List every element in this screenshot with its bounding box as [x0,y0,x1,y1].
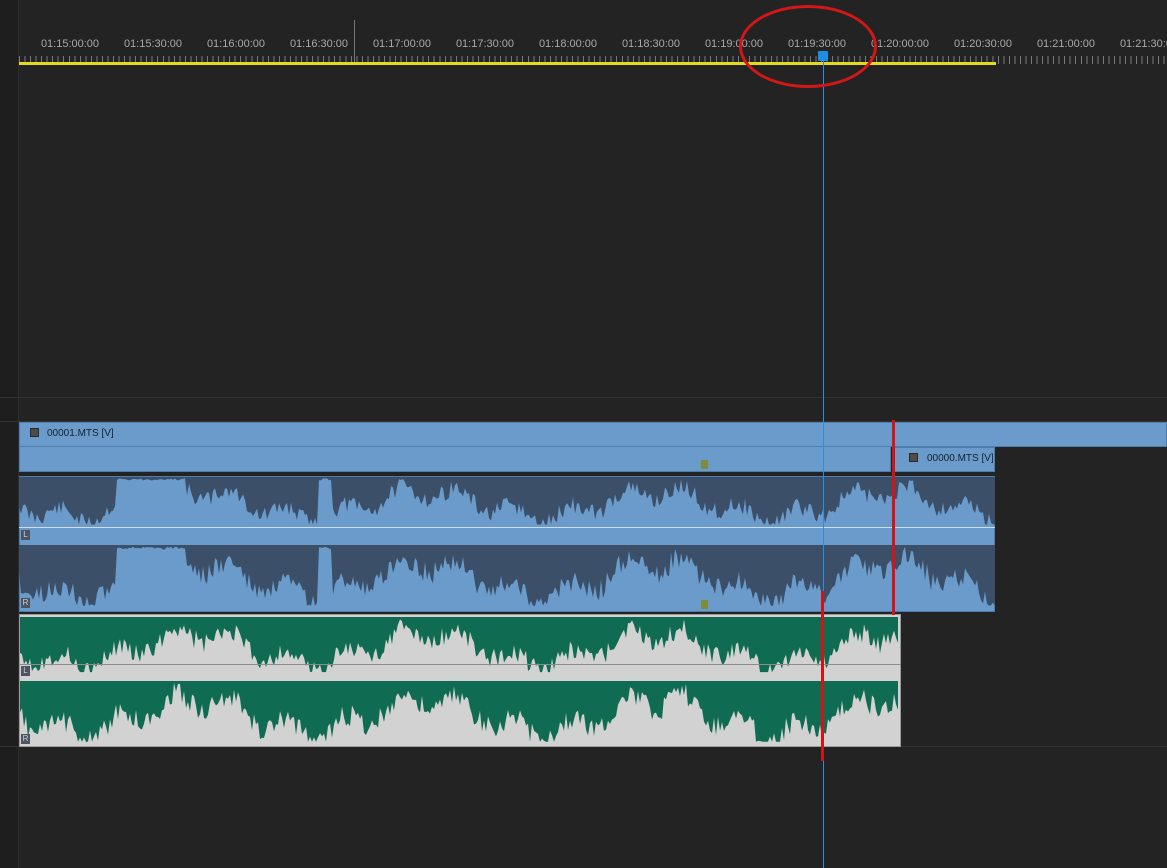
clip-name: 00000.MTS [V] [927,453,994,464]
annotation-red-bar [892,420,895,615]
time-ruler[interactable]: 01:15:00:00 01:15:30:00 01:16:00:00 01:16:3… [19,0,1167,70]
channel-separator [19,664,901,665]
fx-icon [909,453,918,462]
timecode-label: 01:21:00:00 [1036,38,1096,50]
channel-label-left: L [21,530,30,540]
audio-waveform-left [20,617,898,673]
channel-label-right: R [21,734,30,744]
channel-label-right: R [21,598,30,608]
clip-marker[interactable] [701,600,708,609]
track-divider [0,397,1167,398]
track-header-gutter [0,0,19,868]
clip-marker[interactable] [701,460,708,469]
timecode-label: 01:15:00:00 [40,38,100,50]
timecode-label: 01:18:30:00 [621,38,681,50]
channel-label-left: L [21,666,30,676]
waveform-path [19,477,995,525]
ruler-in-marker [354,20,355,62]
fx-icon [30,428,39,437]
audio-waveform-right [20,681,898,742]
audio-waveform-left [19,477,995,525]
annotation-red-bar [821,591,824,761]
video-clip-00001-lower[interactable] [19,447,891,472]
audio-waveform-right [19,545,995,606]
timecode-label: 01:20:00:00 [870,38,930,50]
clip-name: 00001.MTS [V] [47,428,114,439]
timecode-label: 01:17:30:00 [455,38,515,50]
waveform-path [20,681,898,742]
timecode-label: 01:18:00:00 [538,38,598,50]
timecode-label: 01:15:30:00 [123,38,183,50]
video-clip-00000[interactable]: 00000.MTS [V] [893,447,995,472]
timecode-label: 01:21:30:00 [1119,38,1167,50]
timecode-label: 01:16:30:00 [289,38,349,50]
timecode-label: 01:20:30:00 [953,38,1013,50]
timecode-label: 01:16:00:00 [206,38,266,50]
video-clip-00001[interactable]: 00001.MTS [V] [19,422,1167,447]
waveform-path [19,545,995,606]
timecode-label: 01:17:00:00 [372,38,432,50]
annotation-circle [739,5,877,88]
channel-separator [19,527,995,528]
